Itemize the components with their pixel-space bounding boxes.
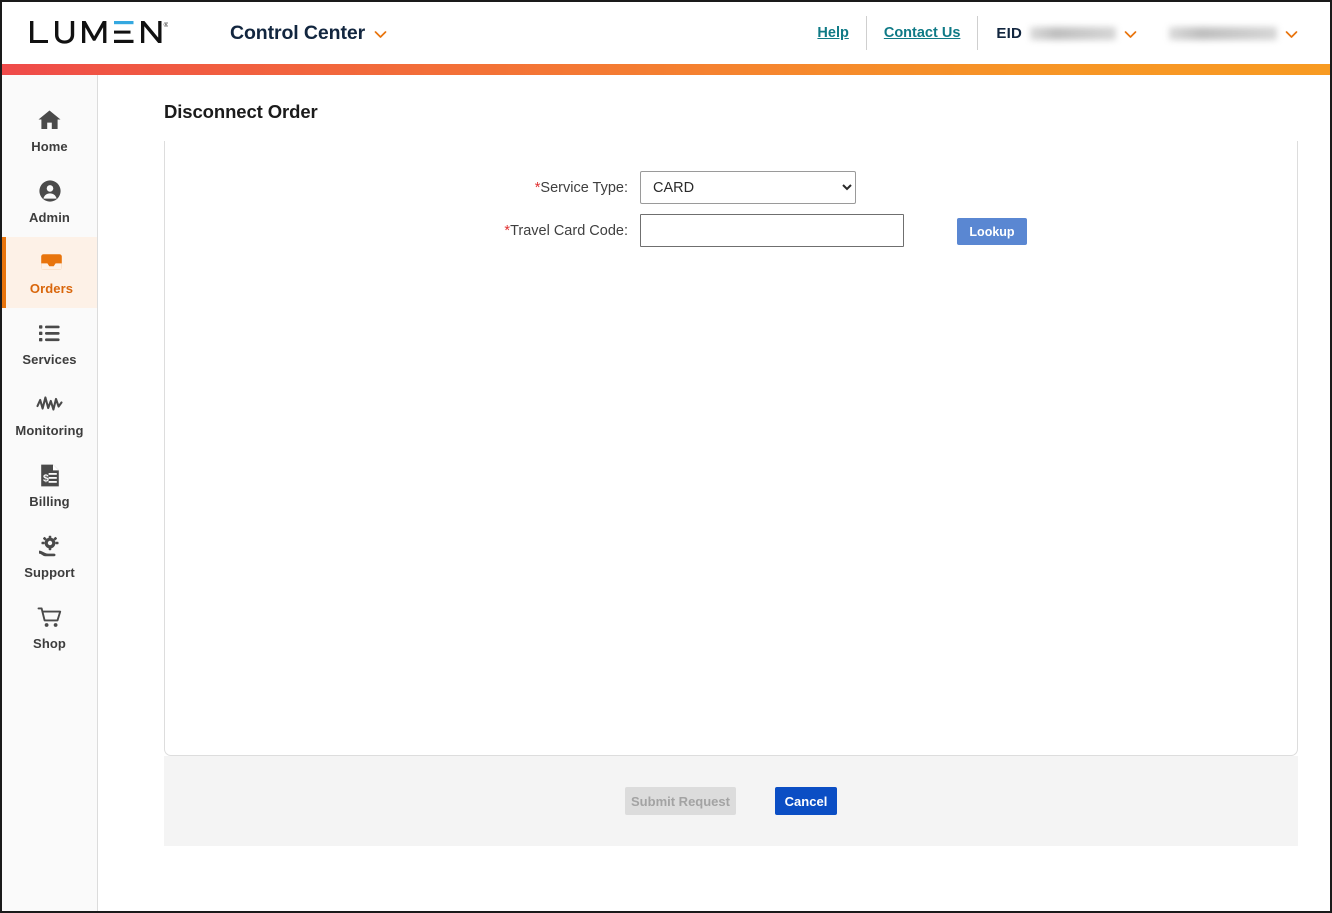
chevron-down-icon bbox=[374, 28, 387, 41]
svg-text:$: $ bbox=[43, 472, 49, 484]
sidebar-item-label: Home bbox=[31, 138, 68, 154]
contact-us-link[interactable]: Contact Us bbox=[867, 25, 978, 41]
chevron-down-icon bbox=[1124, 28, 1137, 41]
sidebar-item-billing[interactable]: $ Billing bbox=[2, 450, 97, 521]
brand-accent-bar bbox=[2, 64, 1330, 75]
service-type-label: *Service Type: bbox=[165, 171, 640, 205]
gear-hand-icon bbox=[37, 534, 63, 559]
shopping-cart-icon bbox=[37, 605, 63, 630]
form-panel: *Service Type: CARD *Travel Card Code: L… bbox=[164, 141, 1298, 756]
form-row-travel-card-code: *Travel Card Code: Lookup bbox=[165, 214, 1297, 248]
sidebar-item-monitoring[interactable]: Monitoring bbox=[2, 379, 97, 450]
header-right-group: Help Contact Us EID bbox=[800, 2, 1330, 64]
lumen-logo[interactable]: ® bbox=[28, 18, 168, 48]
account-value-redacted bbox=[1169, 26, 1277, 40]
submit-request-button[interactable]: Submit Request bbox=[625, 787, 736, 815]
eid-value-redacted bbox=[1030, 26, 1116, 40]
form-row-service-type: *Service Type: CARD bbox=[165, 171, 1297, 205]
activity-pulse-icon bbox=[36, 392, 63, 417]
sidebar-item-admin[interactable]: Admin bbox=[2, 166, 97, 237]
sidebar-item-shop[interactable]: Shop bbox=[2, 592, 97, 663]
sidebar-item-services[interactable]: Services bbox=[2, 308, 97, 379]
list-icon bbox=[37, 321, 62, 346]
help-link[interactable]: Help bbox=[800, 25, 865, 41]
sidebar-item-label: Services bbox=[22, 351, 77, 367]
disconnect-order-form: *Service Type: CARD *Travel Card Code: L… bbox=[165, 141, 1297, 248]
eid-label: EID bbox=[996, 24, 1022, 42]
sidebar-item-label: Support bbox=[24, 564, 75, 580]
cancel-button[interactable]: Cancel bbox=[775, 787, 837, 815]
travel-card-code-label: *Travel Card Code: bbox=[165, 214, 640, 248]
app-title-label: Control Center bbox=[230, 21, 366, 44]
sidebar-item-label: Monitoring bbox=[15, 422, 84, 438]
chevron-down-icon bbox=[1285, 28, 1298, 41]
travel-card-code-label-text: Travel Card Code: bbox=[510, 223, 628, 239]
eid-selector[interactable]: EID bbox=[978, 25, 1151, 42]
primary-sidebar: Home Admin Orders Services Monitoring $ … bbox=[2, 75, 98, 911]
svg-text:®: ® bbox=[164, 21, 168, 29]
sidebar-item-label: Shop bbox=[33, 635, 66, 651]
top-header: ® Control Center Help Contact Us EID bbox=[2, 2, 1330, 64]
app-switcher[interactable]: Control Center bbox=[230, 22, 387, 45]
travel-card-code-input[interactable] bbox=[640, 214, 904, 247]
body-layout: Home Admin Orders Services Monitoring $ … bbox=[2, 75, 1330, 911]
sidebar-item-home[interactable]: Home bbox=[2, 95, 97, 166]
user-circle-icon bbox=[38, 179, 62, 204]
service-type-select[interactable]: CARD bbox=[640, 171, 856, 204]
main-content: Disconnect Order *Service Type: CARD *Tr… bbox=[98, 75, 1330, 911]
main-inner: Disconnect Order *Service Type: CARD *Tr… bbox=[98, 75, 1330, 846]
service-type-label-text: Service Type: bbox=[540, 180, 628, 196]
invoice-icon: $ bbox=[39, 463, 61, 488]
sidebar-item-orders[interactable]: Orders bbox=[2, 237, 97, 308]
sidebar-item-label: Admin bbox=[29, 209, 70, 225]
sidebar-item-support[interactable]: Support bbox=[2, 521, 97, 592]
inbox-tray-icon bbox=[39, 250, 64, 275]
account-selector[interactable] bbox=[1151, 26, 1312, 41]
home-icon bbox=[37, 108, 62, 133]
sidebar-item-label: Billing bbox=[29, 493, 70, 509]
sidebar-item-label: Orders bbox=[29, 280, 74, 296]
app-window: ® Control Center Help Contact Us EID Hom… bbox=[0, 0, 1332, 913]
form-action-bar: Submit Request Cancel bbox=[164, 756, 1298, 846]
lookup-button[interactable]: Lookup bbox=[957, 218, 1027, 245]
page-title: Disconnect Order bbox=[164, 101, 318, 122]
